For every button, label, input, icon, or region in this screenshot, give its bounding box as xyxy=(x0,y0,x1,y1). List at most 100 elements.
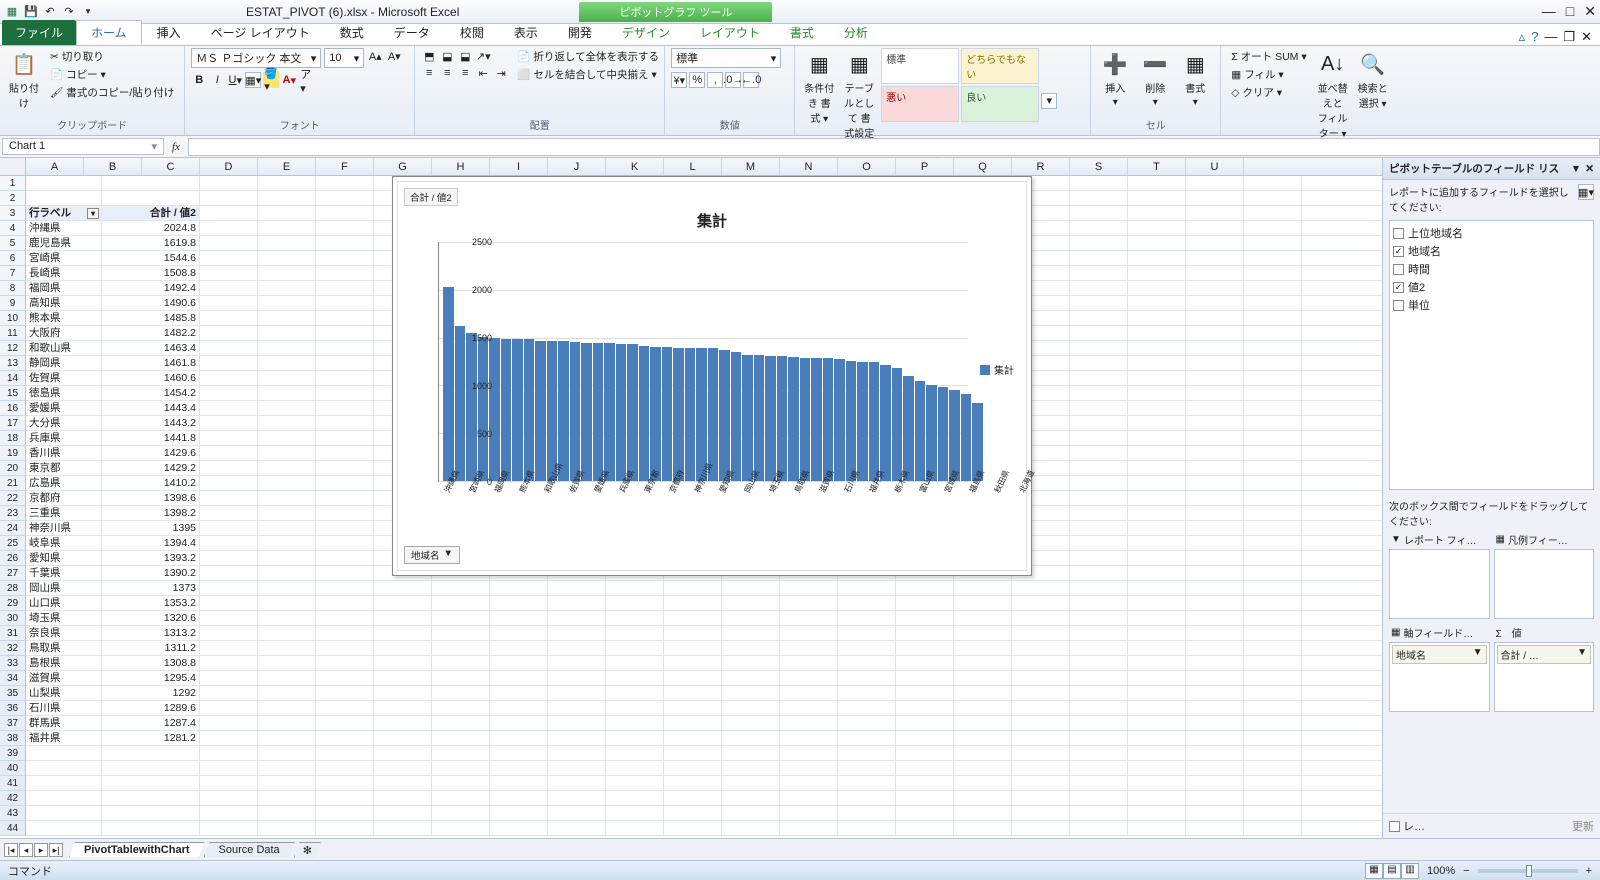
chart-bar[interactable] xyxy=(742,355,753,481)
align-right-icon[interactable]: ≡ xyxy=(457,65,473,81)
ribbon-minimize-icon[interactable]: ▵ xyxy=(1519,29,1526,45)
delete-cells-button[interactable]: ➖削除▾ xyxy=(1137,48,1173,116)
col-header-H[interactable]: H xyxy=(432,158,490,175)
chart-bar[interactable] xyxy=(857,362,868,481)
row-header[interactable]: 36 xyxy=(0,701,26,716)
pivot-row-label[interactable]: 福井県 xyxy=(26,731,102,745)
pivot-row-labels-header[interactable]: 行ラベル▾ xyxy=(26,206,102,220)
col-header-O[interactable]: O xyxy=(838,158,896,175)
row-header[interactable]: 34 xyxy=(0,671,26,686)
col-header-G[interactable]: G xyxy=(374,158,432,175)
fx-icon[interactable]: fx xyxy=(172,141,180,153)
pivot-row-label[interactable]: 山口県 xyxy=(26,596,102,610)
wb-close-icon[interactable]: ✕ xyxy=(1581,29,1592,45)
col-header-J[interactable]: J xyxy=(548,158,606,175)
formula-bar[interactable] xyxy=(188,138,1600,156)
tab-layout[interactable]: レイアウト xyxy=(685,20,775,45)
col-header-Q[interactable]: Q xyxy=(954,158,1012,175)
chart-bar[interactable] xyxy=(535,341,546,481)
pivot-value-cell[interactable]: 1443.4 xyxy=(102,401,200,415)
pivot-value-cell[interactable]: 1353.2 xyxy=(102,596,200,610)
maximize-icon[interactable]: □ xyxy=(1566,3,1574,20)
row-header[interactable]: 4 xyxy=(0,221,26,236)
row-header[interactable]: 12 xyxy=(0,341,26,356)
chart-axis-field-button[interactable]: 地域名▼ xyxy=(404,546,460,564)
pivot-row-label[interactable]: 埼玉県 xyxy=(26,611,102,625)
pivot-value-cell[interactable]: 1373 xyxy=(102,581,200,595)
row-header[interactable]: 3 xyxy=(0,206,26,221)
merge-center-button[interactable]: ⬜ セルを結合して中央揃え ▾ xyxy=(513,66,663,83)
zoom-slider[interactable] xyxy=(1478,869,1578,873)
row-header[interactable]: 23 xyxy=(0,506,26,521)
chart-bar[interactable] xyxy=(547,341,558,481)
pivot-value-cell[interactable]: 1292 xyxy=(102,686,200,700)
row-header[interactable]: 13 xyxy=(0,356,26,371)
pivot-row-label[interactable]: 山梨県 xyxy=(26,686,102,700)
chart-bar[interactable] xyxy=(811,358,822,481)
chart-bar[interactable] xyxy=(880,365,891,481)
pivot-value-cell[interactable]: 1429.2 xyxy=(102,461,200,475)
pivot-row-label[interactable]: 愛媛県 xyxy=(26,401,102,415)
row-header[interactable]: 19 xyxy=(0,446,26,461)
pivot-row-label[interactable]: 長崎県 xyxy=(26,266,102,280)
sheet-tab-source-data[interactable]: Source Data xyxy=(204,842,295,857)
chart-title[interactable]: 集計 xyxy=(398,210,1026,231)
align-left-icon[interactable]: ≡ xyxy=(421,65,437,81)
chart-bar[interactable] xyxy=(673,348,684,481)
chart-bar[interactable] xyxy=(627,344,638,481)
col-header-T[interactable]: T xyxy=(1128,158,1186,175)
row-header[interactable]: 27 xyxy=(0,566,26,581)
row-header[interactable]: 10 xyxy=(0,311,26,326)
chart-bar[interactable] xyxy=(926,385,937,481)
row-header[interactable]: 42 xyxy=(0,791,26,806)
pivot-value-cell[interactable]: 1295.4 xyxy=(102,671,200,685)
row-header[interactable]: 33 xyxy=(0,656,26,671)
row-header[interactable]: 8 xyxy=(0,281,26,296)
field-checkbox[interactable] xyxy=(1393,300,1404,311)
pivot-row-label[interactable]: 兵庫県 xyxy=(26,431,102,445)
row-header[interactable]: 7 xyxy=(0,266,26,281)
pivot-value-cell[interactable]: 1492.4 xyxy=(102,281,200,295)
row-header[interactable]: 14 xyxy=(0,371,26,386)
row-header[interactable]: 31 xyxy=(0,626,26,641)
pivot-value-cell[interactable]: 1485.8 xyxy=(102,311,200,325)
chart-bar[interactable] xyxy=(834,359,845,481)
font-size-combo[interactable]: 10▾ xyxy=(324,48,364,68)
pivot-row-label[interactable]: 群馬県 xyxy=(26,716,102,730)
chart-bar[interactable] xyxy=(512,339,523,481)
col-header-K[interactable]: K xyxy=(606,158,664,175)
pivot-value-cell[interactable]: 1308.8 xyxy=(102,656,200,670)
comma-icon[interactable]: , xyxy=(707,72,723,88)
pivot-row-label[interactable]: 岡山県 xyxy=(26,581,102,595)
number-format-combo[interactable]: 標準▾ xyxy=(671,48,781,68)
chart-bar[interactable] xyxy=(616,344,627,481)
name-box[interactable]: Chart 1▾ xyxy=(2,138,164,155)
view-page-break-icon[interactable]: ▥ xyxy=(1401,863,1419,879)
tab-page-layout[interactable]: ページ レイアウト xyxy=(196,20,325,45)
row-header[interactable]: 43 xyxy=(0,806,26,821)
percent-icon[interactable]: % xyxy=(689,72,705,88)
sheet-nav-prev-icon[interactable]: ◂ xyxy=(19,843,33,857)
pivot-value-cell[interactable]: 1395 xyxy=(102,521,200,535)
indent-dec-icon[interactable]: ⇤ xyxy=(475,65,491,81)
pivot-value-cell[interactable]: 1398.2 xyxy=(102,506,200,520)
col-header-U[interactable]: U xyxy=(1186,158,1244,175)
pivot-value-cell[interactable]: 2024.8 xyxy=(102,221,200,235)
row-header[interactable]: 26 xyxy=(0,551,26,566)
bold-button[interactable]: B xyxy=(191,72,207,88)
row-header[interactable]: 24 xyxy=(0,521,26,536)
field-item[interactable]: ✓地域名 xyxy=(1393,242,1590,260)
pivot-value-cell[interactable]: 1454.2 xyxy=(102,386,200,400)
align-middle-icon[interactable]: ⬓ xyxy=(439,48,455,64)
col-header-C[interactable]: C xyxy=(142,158,200,175)
pivot-value-cell[interactable]: 1443.2 xyxy=(102,416,200,430)
col-header-P[interactable]: P xyxy=(896,158,954,175)
pivot-row-label[interactable]: 宮崎県 xyxy=(26,251,102,265)
pivot-value-cell[interactable]: 1544.6 xyxy=(102,251,200,265)
tab-design[interactable]: デザイン xyxy=(607,20,685,45)
chart-bar[interactable] xyxy=(949,390,960,481)
inc-decimal-icon[interactable]: .0→ xyxy=(725,72,741,88)
chart-bar[interactable] xyxy=(777,356,788,481)
pivot-row-label[interactable]: 和歌山県 xyxy=(26,341,102,355)
chart-bar[interactable] xyxy=(662,347,673,481)
